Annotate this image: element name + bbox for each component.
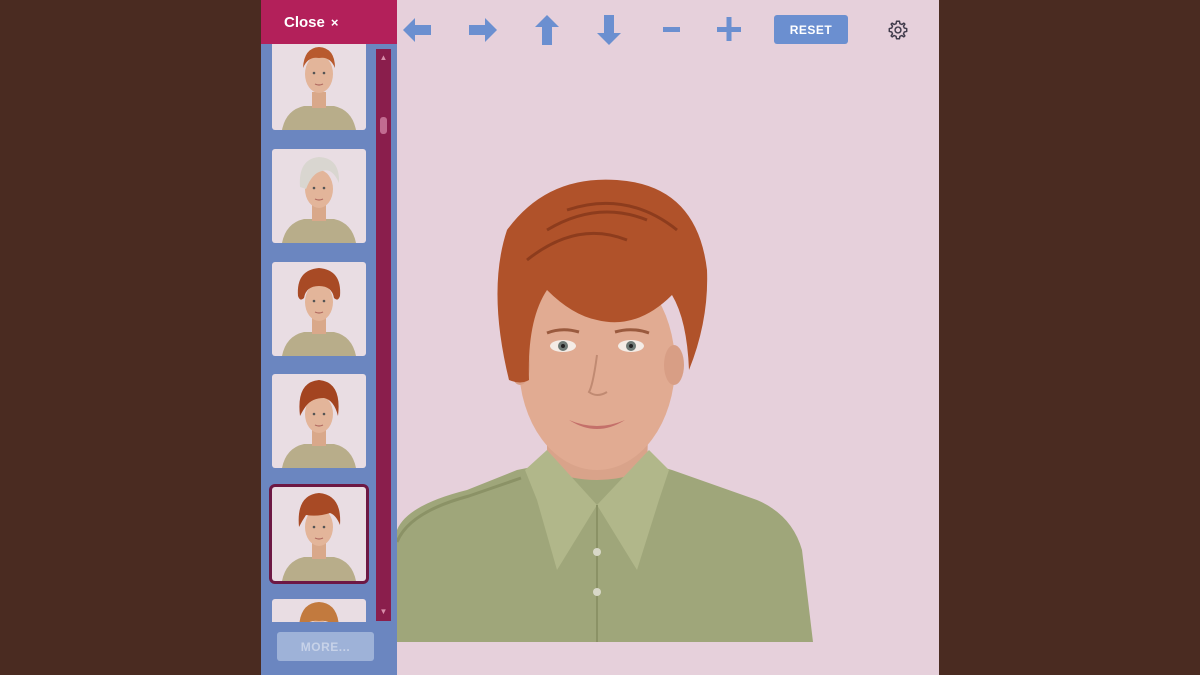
hairstyle-thumbnail[interactable] [272,374,366,468]
hairstyle-thumbnail-selected[interactable] [272,487,366,581]
arrow-up-icon[interactable] [531,14,563,46]
plus-icon[interactable] [713,14,745,46]
hairstyle-thumbnail-image [282,268,356,356]
hairstyle-app: Close × ▲ ▼ MORE... RESET [261,0,939,675]
scroll-up-icon[interactable]: ▲ [376,51,391,65]
hairstyle-thumbnail[interactable] [272,599,366,622]
close-label: Close [284,13,325,31]
arrow-left-icon[interactable] [401,14,433,46]
hairstyle-thumbnail-image [299,602,339,622]
hairstyle-thumbnail-image [282,493,356,581]
hairstyle-thumbnail-image [282,47,356,130]
scrollbar-thumb[interactable] [380,117,387,134]
hairstyle-thumbnail[interactable] [272,44,366,130]
gear-icon[interactable] [887,19,909,41]
minus-icon[interactable] [656,14,688,46]
more-button[interactable]: MORE... [277,632,374,661]
hairstyle-thumbnail-list[interactable] [261,44,375,622]
hairstyle-thumbnail[interactable] [272,262,366,356]
close-button[interactable]: Close × [261,0,397,44]
hairstyle-thumbnail-image [282,157,356,243]
close-icon: × [330,14,339,30]
scroll-down-icon[interactable]: ▼ [376,605,391,619]
hairstyle-thumbnail-image [282,380,356,468]
hairstyle-thumbnail[interactable] [272,149,366,243]
arrow-down-icon[interactable] [593,14,625,46]
thumbnail-scrollbar[interactable]: ▲ ▼ [376,49,391,621]
arrow-right-icon[interactable] [467,14,499,46]
hairstyle-sidebar: Close × ▲ ▼ MORE... [261,0,397,675]
hairstyle-preview-portrait [397,179,813,642]
reset-button[interactable]: RESET [774,15,848,44]
